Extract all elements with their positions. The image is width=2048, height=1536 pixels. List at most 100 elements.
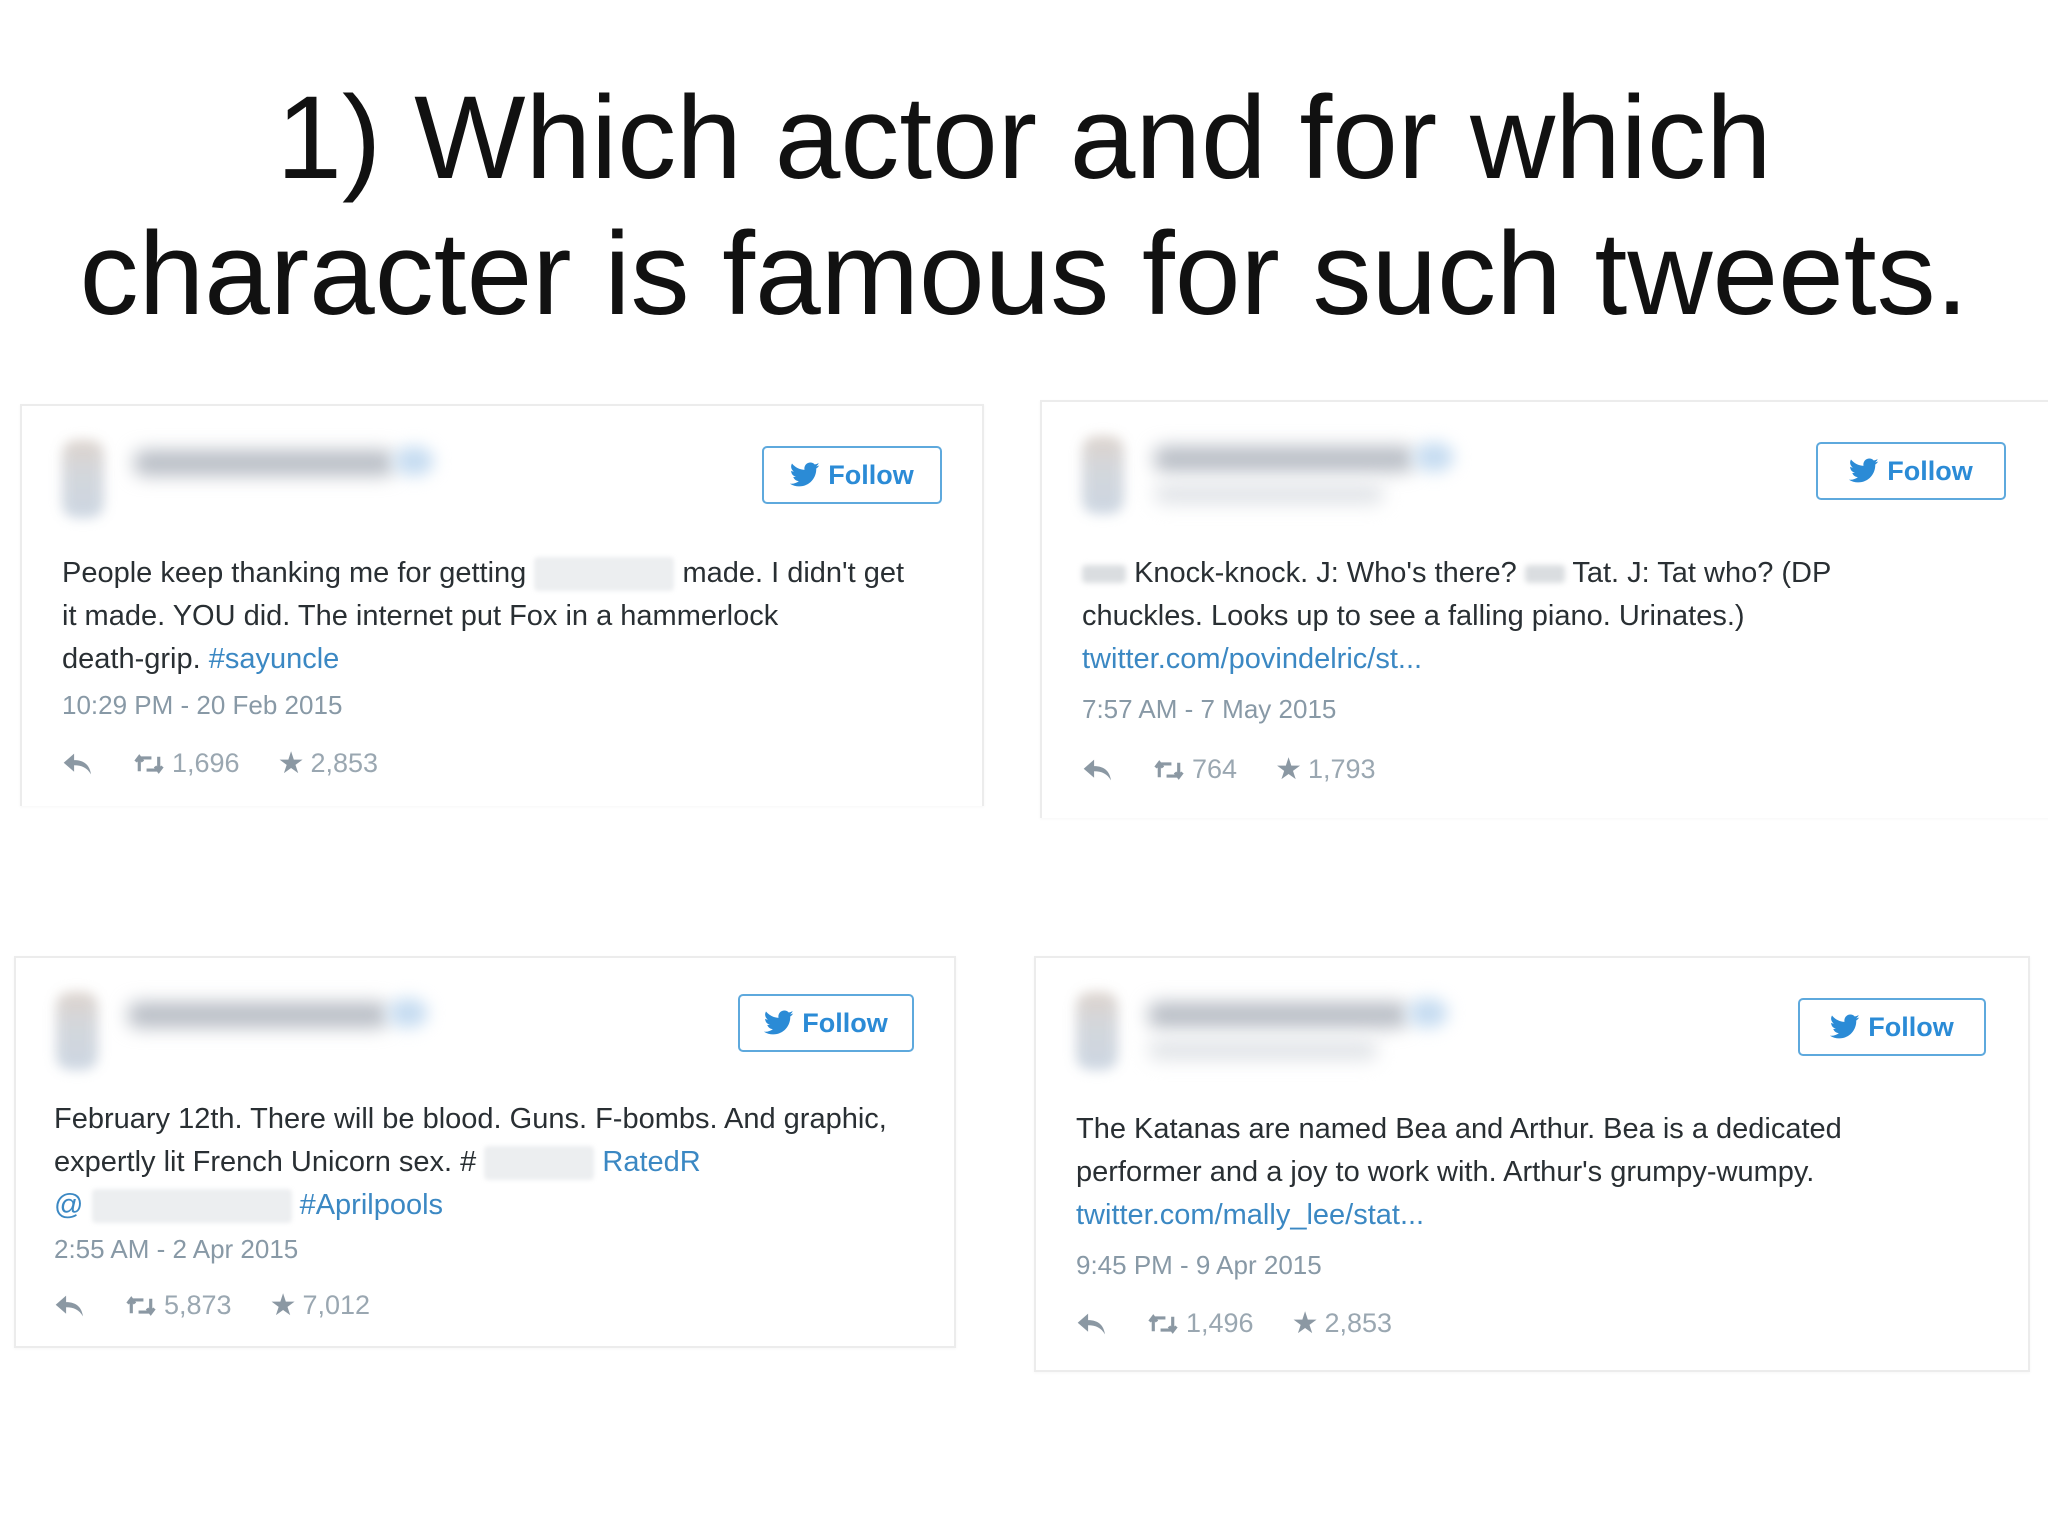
tweet-text-segment: made. I didn't get	[682, 557, 905, 589]
tweet-actions: 764 ★ 1,793	[1082, 752, 1414, 787]
slide-title: 1) Which actor and for which character i…	[0, 70, 2048, 342]
tweet-text-segment: Knock-knock. J: Who's there?	[1134, 557, 1517, 589]
tweet-card-3: Follow February 12th. There will be bloo…	[14, 956, 956, 1348]
blurred-display-name	[128, 1002, 388, 1028]
tweet-body: People keep thanking me for getting made…	[62, 552, 904, 681]
avatar	[56, 992, 98, 1070]
tweet-link[interactable]: twitter.com/povindelric/st...	[1082, 638, 1831, 681]
star-icon: ★	[1291, 1307, 1319, 1340]
favorite-count: 1,793	[1307, 754, 1376, 784]
tweet-line: it made. YOU did. The internet put Fox i…	[62, 600, 779, 632]
tweet-body: The Katanas are named Bea and Arthur. Be…	[1076, 1108, 1842, 1237]
tweet-timestamp[interactable]: 9:45 PM - 9 Apr 2015	[1076, 1250, 1322, 1281]
follow-button[interactable]: Follow	[762, 446, 942, 504]
reply-icon	[1083, 759, 1111, 780]
tweet-actions: 1,696 ★ 2,853	[62, 746, 416, 781]
reply-button[interactable]	[1082, 757, 1114, 783]
tweet-body: Knock-knock. J: Who's there? Tat. J: Tat…	[1082, 552, 1831, 681]
reply-icon	[1077, 1313, 1105, 1334]
redacted-text	[534, 557, 675, 592]
retweet-count: 764	[1192, 754, 1238, 784]
tweet-card-4: Follow The Katanas are named Bea and Art…	[1034, 956, 2030, 1372]
tweet-text-segment: People keep thanking me for getting	[62, 557, 527, 589]
blurred-display-name	[1148, 1002, 1408, 1028]
twitter-bird-icon	[790, 462, 820, 487]
tweet-text-segment: Tat. J: Tat who? (DP	[1572, 557, 1832, 589]
favorite-button[interactable]: ★ 1,793	[1275, 752, 1375, 787]
tweet-link[interactable]: twitter.com/mally_lee/stat...	[1076, 1194, 1842, 1237]
redacted-text	[91, 1189, 292, 1224]
follow-button[interactable]: Follow	[738, 994, 914, 1052]
avatar	[1082, 436, 1124, 514]
star-icon: ★	[1275, 753, 1302, 786]
retweet-button[interactable]: 764	[1152, 754, 1237, 785]
verified-badge-icon	[388, 998, 428, 1028]
avatar	[62, 440, 104, 518]
redacted-text	[1524, 565, 1565, 584]
verified-badge-icon	[1408, 998, 1448, 1028]
tweet-body: February 12th. There will be blood. Guns…	[54, 1098, 887, 1227]
retweet-button[interactable]: 5,873	[124, 1290, 232, 1321]
tweet-timestamp[interactable]: 7:57 AM - 7 May 2015	[1082, 694, 1336, 725]
mention-link[interactable]: @	[54, 1189, 83, 1221]
reply-button[interactable]	[54, 1293, 86, 1319]
retweet-button[interactable]: 1,496	[1146, 1308, 1254, 1339]
reply-icon	[55, 1295, 83, 1316]
follow-label: Follow	[828, 459, 914, 490]
tweet-timestamp[interactable]: 10:29 PM - 20 Feb 2015	[62, 690, 342, 721]
favorite-button[interactable]: ★ 2,853	[278, 746, 378, 781]
favorite-button[interactable]: ★ 2,853	[1292, 1306, 1392, 1341]
reply-icon	[63, 753, 91, 774]
tweet-line: expertly lit French Unicorn sex. # Rated…	[54, 1141, 887, 1184]
tweet-line: chuckles. Looks up to see a falling pian…	[1082, 600, 1745, 632]
avatar	[1076, 992, 1118, 1070]
hashtag-link[interactable]: #Aprilpools	[300, 1189, 443, 1221]
twitter-bird-icon	[1830, 1014, 1860, 1039]
retweet-icon	[1148, 1313, 1178, 1334]
tweet-line: death-grip. #sayuncle	[62, 638, 904, 681]
tweet-actions: 5,873 ★ 7,012	[54, 1288, 408, 1323]
blurred-display-name	[1154, 446, 1414, 472]
favorite-button[interactable]: ★ 7,012	[270, 1288, 370, 1323]
follow-button[interactable]: Follow	[1798, 998, 1986, 1056]
hashtag-link[interactable]: #sayuncle	[209, 643, 340, 675]
tweet-line: performer and a joy to work with. Arthur…	[1076, 1156, 1815, 1188]
hashtag-link[interactable]: RatedR	[602, 1146, 700, 1178]
retweet-icon	[126, 1295, 156, 1316]
tweet-line: February 12th. There will be blood. Guns…	[54, 1103, 887, 1135]
follow-button[interactable]: Follow	[1816, 442, 2006, 500]
tweet-actions: 1,496 ★ 2,853	[1076, 1306, 1430, 1341]
retweet-button[interactable]: 1,696	[132, 748, 240, 779]
tweet-line: The Katanas are named Bea and Arthur. Be…	[1076, 1113, 1842, 1145]
tweet-line: @ #Aprilpools	[54, 1184, 887, 1227]
blurred-handle	[1154, 484, 1384, 504]
follow-label: Follow	[802, 1007, 888, 1038]
retweet-count: 1,696	[172, 748, 240, 778]
follow-label: Follow	[1887, 455, 1973, 486]
favorite-count: 2,853	[310, 748, 379, 778]
slide-title-line-2: character is famous for such tweets.	[79, 208, 1969, 340]
retweet-icon	[134, 753, 164, 774]
verified-badge-icon	[394, 446, 434, 476]
slide-title-line-1: 1) Which actor and for which	[276, 72, 1772, 204]
follow-label: Follow	[1868, 1011, 1954, 1042]
redacted-text	[1082, 565, 1126, 584]
tweet-card-2: Follow Knock-knock. J: Who's there? Tat.…	[1040, 400, 2048, 818]
retweet-count: 5,873	[164, 1290, 232, 1320]
star-icon: ★	[269, 1289, 297, 1322]
retweet-count: 1,496	[1186, 1308, 1254, 1338]
blurred-handle	[1148, 1040, 1378, 1060]
tweet-text-segment: death-grip.	[62, 643, 201, 675]
redacted-text	[484, 1146, 595, 1181]
reply-button[interactable]	[1076, 1311, 1108, 1337]
star-icon: ★	[277, 747, 305, 780]
tweet-text-segment: expertly lit French Unicorn sex. #	[54, 1146, 477, 1178]
tweet-line: People keep thanking me for getting made…	[62, 552, 904, 595]
verified-badge-icon	[1414, 442, 1454, 472]
tweet-card-1: Follow People keep thanking me for getti…	[20, 404, 984, 806]
reply-button[interactable]	[62, 751, 94, 777]
retweet-icon	[1154, 759, 1184, 780]
blurred-display-name	[134, 450, 394, 476]
favorite-count: 7,012	[302, 1290, 371, 1320]
tweet-timestamp[interactable]: 2:55 AM - 2 Apr 2015	[54, 1234, 298, 1265]
